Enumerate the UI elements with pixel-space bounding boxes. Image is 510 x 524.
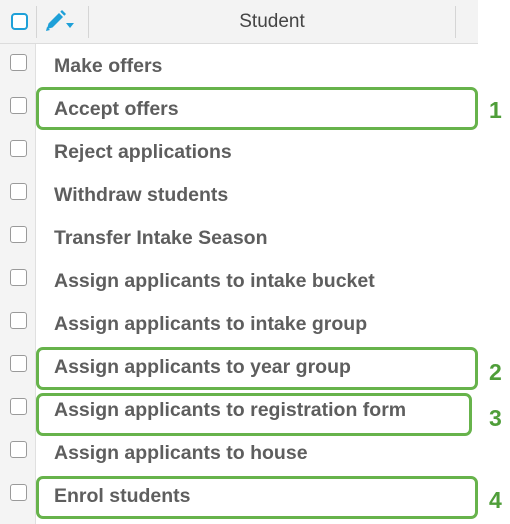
row-checkbox[interactable]: [10, 54, 27, 71]
header-divider: [455, 6, 456, 38]
row-checkbox[interactable]: [10, 97, 27, 114]
menu-item-transfer-intake-season[interactable]: Transfer Intake Season: [54, 222, 268, 254]
row-checkbox[interactable]: [10, 140, 27, 157]
bulk-actions-menu: Make offers Accept offers Reject applica…: [36, 44, 478, 524]
header-divider: [36, 6, 37, 38]
screenshot-stage: Student Make offers Accept offers Reject…: [0, 0, 510, 524]
callout-number-1: 1: [489, 97, 502, 123]
menu-item-assign-year-group[interactable]: Assign applicants to year group: [54, 351, 351, 383]
menu-item-make-offers[interactable]: Make offers: [54, 50, 162, 82]
menu-item-assign-intake-group[interactable]: Assign applicants to intake group: [54, 308, 367, 340]
row-checkbox[interactable]: [10, 312, 27, 329]
menu-item-withdraw-students[interactable]: Withdraw students: [54, 179, 228, 211]
row-checkbox[interactable]: [10, 484, 27, 501]
callout-number-4: 4: [489, 487, 502, 513]
row-checkbox[interactable]: [10, 441, 27, 458]
menu-item-reject-applications[interactable]: Reject applications: [54, 136, 232, 168]
row-checkbox[interactable]: [10, 355, 27, 372]
menu-item-assign-intake-bucket[interactable]: Assign applicants to intake bucket: [54, 265, 375, 297]
callout-number-2: 2: [489, 359, 502, 385]
select-all-checkbox[interactable]: [11, 13, 28, 30]
row-checkbox-column: [0, 44, 36, 524]
menu-item-assign-house[interactable]: Assign applicants to house: [54, 437, 308, 469]
row-checkbox[interactable]: [10, 183, 27, 200]
row-checkbox[interactable]: [10, 269, 27, 286]
row-checkbox[interactable]: [10, 398, 27, 415]
menu-item-accept-offers[interactable]: Accept offers: [54, 93, 179, 125]
pencil-dropdown-icon: [46, 10, 74, 31]
menu-item-enrol-students[interactable]: Enrol students: [54, 480, 191, 512]
menu-item-assign-registration-form[interactable]: Assign applicants to registration form: [54, 394, 406, 426]
row-checkbox[interactable]: [10, 226, 27, 243]
student-column-header[interactable]: Student: [90, 0, 454, 44]
header-divider: [88, 6, 89, 38]
table-header: Student: [0, 0, 478, 44]
callout-number-3: 3: [489, 405, 502, 431]
bulk-actions-button[interactable]: [44, 10, 78, 34]
